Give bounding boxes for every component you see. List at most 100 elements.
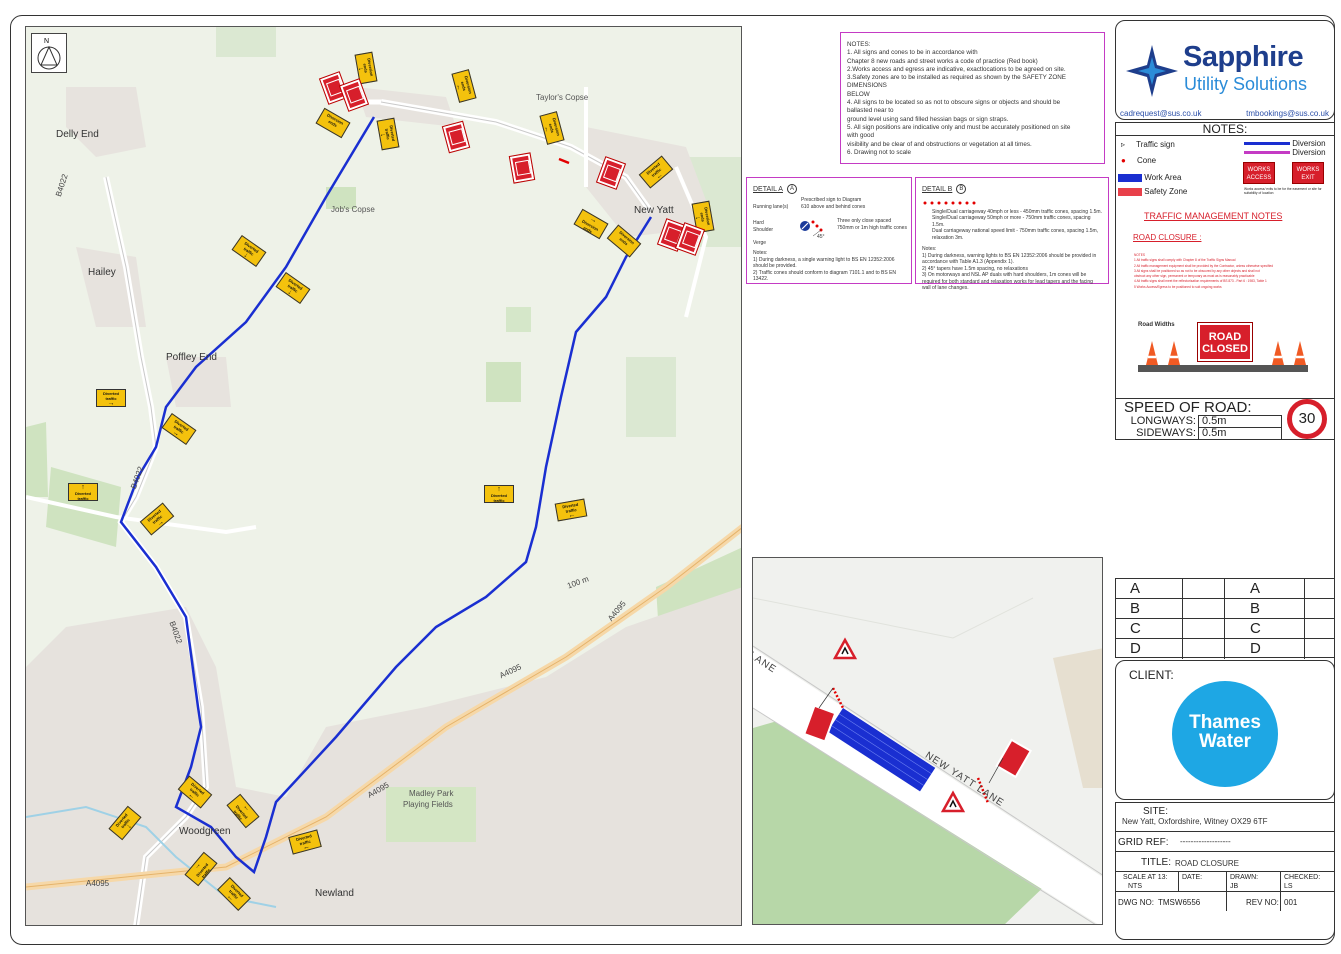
notes-line: BELOW (847, 90, 870, 98)
place-jobs-copse: Job's Copse (331, 205, 375, 214)
traffic-sign-legend: ▹ Traffic sign (1121, 140, 1175, 149)
detail-b-text: Single/Dual carriageway 50mph or more - … (932, 215, 1091, 228)
place-delly-end: Delly End (56, 129, 99, 140)
revision-row: CC (1116, 619, 1334, 639)
traffic-sign-icon: ▹ (1121, 140, 1126, 149)
diversion-legend-2: Diversion (1244, 148, 1326, 157)
notes-line: 5. All sign positions are indicative onl… (847, 123, 1071, 131)
detail-a-title: DETAIL AA (753, 184, 905, 194)
diversion-line-magenta (1244, 151, 1290, 155)
inset-map-base (753, 558, 1102, 924)
work-area-swatch (1118, 173, 1142, 182)
notes-line: 1. All signs and cones to be in accordan… (847, 49, 978, 57)
notes-line: 4. All signs to be located so as not to … (847, 99, 1061, 107)
diversion-map[interactable]: N Delly End Hailey Poffley End Job's Cop… (25, 26, 742, 926)
notes-line: 2.Works access and egress are indicative… (847, 65, 1066, 73)
title-value: ROAD CLOSURE (1175, 859, 1240, 868)
svg-text:N: N (44, 38, 49, 45)
safety-zone-swatch (1118, 187, 1142, 196)
detail-b-title: DETAIL BB (922, 184, 1102, 194)
cone-barrier-icon (1138, 341, 1308, 372)
drawn-value: JB (1230, 883, 1239, 890)
detail-b: DETAIL BB Single/Dual carriageway 40mph … (915, 177, 1109, 291)
email-tm[interactable]: tmbookings@sus.co.uk (1246, 109, 1329, 118)
tm-notes-list: NOTES 1 All traffic signs shall comply w… (1134, 253, 1330, 290)
work-area-legend: Work Area (1118, 173, 1181, 182)
notes-line: Chapter 8 new roads and street works a c… (847, 57, 1038, 65)
grid-ref-label: GRID REF: (1118, 837, 1169, 848)
detail-b-cone-row (923, 201, 976, 205)
notes-line: DIMENSIONS (847, 82, 887, 90)
road-closed-sign (508, 152, 536, 184)
label-verge: Verge (753, 240, 767, 246)
place-poffley-end: Poffley End (166, 352, 217, 363)
notes-line: 3.Safety zones are to be installed as re… (847, 74, 1066, 82)
revision-table: AA BB CC DD (1115, 578, 1335, 659)
north-arrow: N (31, 33, 67, 73)
date-label: DATE: (1182, 874, 1203, 881)
drawn-label: DRAWN: (1230, 874, 1259, 881)
cone-legend: ● Cone (1121, 156, 1157, 165)
scale-label: SCALE AT 13: (1123, 874, 1168, 881)
notes-line: ground level using sand filled hessian b… (847, 115, 1009, 123)
checked-value: LS (1284, 883, 1293, 890)
access-note: Works access/ exits to be for the easeme… (1244, 187, 1322, 195)
safety-zone-legend: Safety Zone (1118, 187, 1187, 196)
works-exit-sign: WORKS EXIT (1292, 162, 1324, 184)
detail-a: DETAIL AA Running lane(s) Hard Shoulder … (746, 177, 912, 284)
place-newland: Newland (315, 888, 354, 899)
diverted-traffic-sign: ↑ Diverted traffic (484, 485, 514, 503)
brand-subtitle: Utility Solutions (1184, 74, 1308, 94)
sapphire-star-icon (1126, 45, 1178, 97)
place-woodgreen: Woodgreen (179, 826, 231, 837)
general-notes: NOTES: 1. All signs and cones to be in a… (840, 32, 1105, 164)
brand-name: Sapphire (1183, 41, 1304, 73)
speed-limit-sign: 30 (1287, 399, 1327, 439)
label-hard-shoulder: Hard Shoulder (753, 220, 774, 233)
title-block: Sapphire Utility Solutions cadrequest@su… (1115, 20, 1335, 940)
place-playing-fields: Playing Fields (403, 800, 453, 809)
label-angle: 45° (817, 234, 825, 240)
cone-icon: ● (1121, 156, 1126, 165)
label-running-lane: Running lane(s) (753, 204, 789, 210)
tm-note: 5 Works Access/Egress to be positioned t… (1134, 284, 1222, 289)
title-label: TITLE: (1141, 857, 1172, 868)
label-prescribed-sign: Prescribed sign to Diagram 610 above and… (801, 197, 866, 210)
site-value: New Yatt, Oxfordshire, Witney OX29 6TF (1122, 817, 1268, 826)
notes-line: 6. Drawing not to scale (847, 148, 912, 156)
speed-title: SPEED OF ROAD: (1124, 399, 1252, 416)
notes-line: visibility and be clear of and obstructi… (847, 140, 1032, 148)
sideways-row: SIDEWAYS: 0.5m (1116, 427, 1282, 440)
revision-row: DD (1130, 640, 1261, 657)
revision-row: AA (1116, 579, 1334, 599)
diversion-line-blue (1244, 142, 1290, 146)
site-inset-map[interactable]: LANE NEW YATT LANE (752, 557, 1103, 925)
scale-value: NTS (1128, 883, 1142, 890)
detail-b-note: 1) During darkness, warning lights to BS… (922, 252, 1097, 266)
road-closure-title: ROAD CLOSURE : (1133, 233, 1202, 242)
revision-row: BB (1116, 599, 1334, 619)
diversion-legend-1: Diversion (1244, 139, 1326, 148)
rev-value: 001 (1284, 898, 1298, 907)
rev-label: REV NO: (1246, 898, 1279, 907)
place-taylors-copse: Taylor's Copse (536, 93, 589, 102)
site-info-box: SITE: New Yatt, Oxfordshire, Witney OX29… (1115, 802, 1335, 940)
dwg-value: TMSW6556 (1158, 898, 1201, 907)
grid-ref-value: ------------------- (1180, 837, 1231, 846)
notes-line: ballasted near to (847, 107, 894, 115)
legend-title: NOTES: (1116, 123, 1334, 136)
checked-label: CHECKED: (1284, 874, 1321, 881)
company-logo-box: Sapphire Utility Solutions cadrequest@su… (1115, 20, 1335, 120)
road-label-a4095-west: A4095 (86, 879, 110, 888)
label-three-cones: Three only close spaced 750mm or 1m high… (837, 218, 907, 231)
notes-line: NOTES: (847, 41, 871, 48)
detail-a-note: 2) Traffic cones should conform to diagr… (753, 269, 897, 283)
detail-a-note: 1) During darkness, a single warning lig… (753, 256, 895, 270)
client-label: CLIENT: (1129, 668, 1174, 682)
diverted-traffic-sign: ↑ Diverted traffic (68, 483, 98, 501)
tm-notes-title: TRAFFIC MANAGEMENT NOTES (1144, 211, 1283, 221)
detail-b-text: Dual carriageway national speed limit - … (932, 228, 1099, 241)
email-cad[interactable]: cadrequest@sus.co.uk (1120, 109, 1202, 118)
speed-box: SPEED OF ROAD: LONGWAYS: 0.5m SIDEWAYS: 0.… (1115, 398, 1335, 440)
notes-line: with good (847, 132, 874, 140)
